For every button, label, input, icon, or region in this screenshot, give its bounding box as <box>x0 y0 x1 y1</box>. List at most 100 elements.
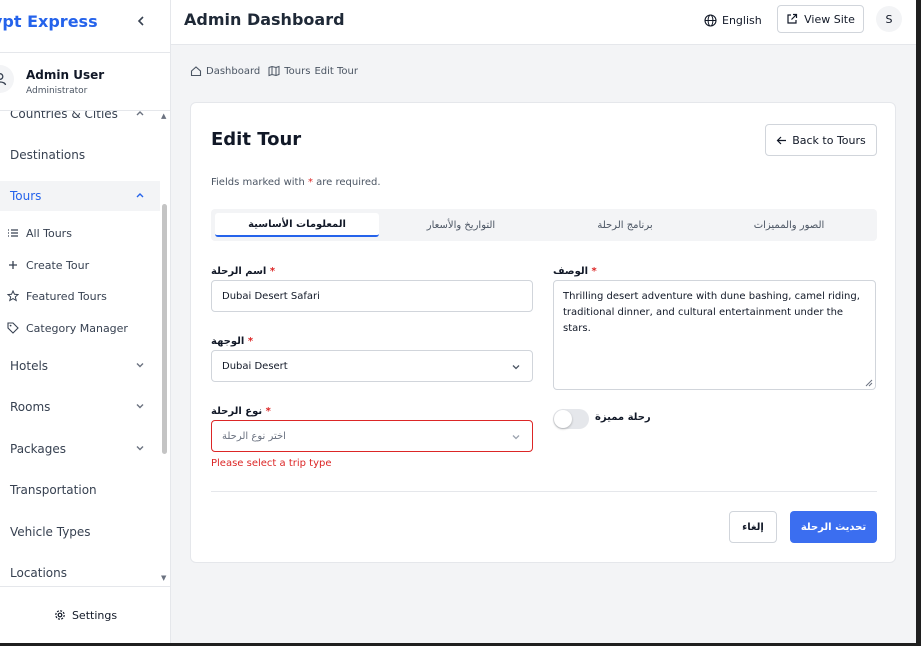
chevron-down-icon <box>136 446 144 451</box>
sidebar-user: Admin User Administrator <box>0 53 171 111</box>
sidebar-subitem-label: Category Manager <box>26 321 128 335</box>
form-divider <box>211 491 877 492</box>
arrow-left-icon <box>776 136 787 144</box>
update-tour-button[interactable]: تحديث الرحلة <box>790 511 877 543</box>
brand-logo-text[interactable]: ypt Express <box>0 12 98 31</box>
label-text: الوجهة <box>211 336 245 347</box>
label-text: الوصف <box>553 266 589 277</box>
sidebar-nav: Countries & Cities Destinations Tours Al… <box>0 111 171 585</box>
sidebar-subitem-label: Create Tour <box>26 258 90 272</box>
sidebar-item-tours[interactable]: Tours <box>0 181 160 211</box>
sidebar-item-label: Locations <box>10 566 68 580</box>
plus-icon <box>9 261 17 269</box>
top-header: Admin Dashboard English View Site S <box>171 0 916 45</box>
form-tabs: المعلومات الأساسية التواريخ والأسعار برن… <box>211 209 877 241</box>
cancel-button[interactable]: إلغاء <box>729 511 777 543</box>
tab-images-features[interactable]: الصور والمميزات <box>707 213 871 237</box>
description-value: Thrilling desert adventure with dune bas… <box>563 291 860 334</box>
map-icon <box>268 65 280 77</box>
chevron-up-icon <box>136 193 144 198</box>
sidebar-item-label: Rooms <box>10 400 51 414</box>
home-icon <box>190 66 202 77</box>
label-text: نوع الرحلة <box>211 406 263 417</box>
tab-basic-info[interactable]: المعلومات الأساسية <box>215 213 379 237</box>
destination-label: الوجهة * <box>211 336 253 347</box>
required-star: * <box>265 406 271 417</box>
user-icon <box>0 73 7 86</box>
sidebar-item-transportation[interactable]: Transportation <box>0 475 160 505</box>
user-name: Admin User <box>26 68 105 82</box>
sidebar-item-vehicle-types[interactable]: Vehicle Types <box>0 517 160 547</box>
view-site-button[interactable]: View Site <box>777 5 864 33</box>
star-icon <box>7 290 19 302</box>
toggle-knob <box>554 410 572 428</box>
sidebar-item-destinations[interactable]: Destinations <box>0 140 160 170</box>
featured-toggle-label: رحلة مميزة <box>595 412 651 423</box>
gear-icon <box>55 610 65 620</box>
tab-itinerary[interactable]: برنامج الرحلة <box>543 213 707 237</box>
breadcrumb: Dashboard Tours Edit Tour <box>190 65 358 77</box>
chevron-down-icon <box>136 363 144 368</box>
chevron-down-icon <box>136 404 144 409</box>
tab-dates-prices[interactable]: التواريخ والأسعار <box>379 213 543 237</box>
sidebar-item-rooms[interactable]: Rooms <box>0 392 160 422</box>
sidebar-item-hotels[interactable]: Hotels <box>0 351 160 381</box>
edit-tour-card: Edit Tour Back to Tours Fields marked wi… <box>190 102 896 563</box>
form-title: Edit Tour <box>211 129 302 150</box>
destination-select[interactable]: Dubai Desert <box>211 350 533 382</box>
tour-name-input[interactable]: Dubai Desert Safari <box>211 280 533 312</box>
trip-type-error: Please select a trip type <box>211 458 332 469</box>
breadcrumb-current: Edit Tour <box>314 65 358 77</box>
description-textarea[interactable]: Thrilling desert adventure with dune bas… <box>553 280 876 390</box>
settings-label: Settings <box>71 608 118 622</box>
scroll-down-arrow[interactable]: ▼ <box>161 574 166 582</box>
sidebar-item-locations[interactable]: Locations <box>0 558 160 585</box>
list-icon <box>8 229 18 237</box>
sidebar-subitem-category-manager[interactable]: Category Manager <box>0 317 160 339</box>
back-to-tours-button[interactable]: Back to Tours <box>765 124 877 156</box>
description-label: الوصف * <box>553 266 597 277</box>
sidebar-item-label: Countries & Cities <box>10 111 118 121</box>
sidebar-subitem-label: Featured Tours <box>26 289 107 303</box>
sidebar-item-label: Vehicle Types <box>10 525 91 539</box>
sidebar-item-label: Destinations <box>10 148 86 162</box>
settings-button[interactable]: Settings <box>0 586 171 643</box>
language-switcher[interactable]: English <box>704 11 762 29</box>
breadcrumb-tours[interactable]: Tours <box>284 66 310 77</box>
external-link-icon <box>787 13 798 24</box>
user-role: Administrator <box>26 86 88 96</box>
avatar <box>0 65 14 93</box>
sidebar-collapse-button[interactable] <box>133 13 149 31</box>
sidebar-item-label: Tours <box>10 189 42 203</box>
sidebar-subitem-all-tours[interactable]: All Tours <box>0 222 160 244</box>
language-label: English <box>722 13 762 27</box>
view-site-label: View Site <box>804 12 855 26</box>
app-window: ypt Express Admin User Administrator Cou… <box>0 0 916 643</box>
required-star: * <box>269 266 276 277</box>
tour-name-label: اسم الرحلة * <box>211 266 275 277</box>
featured-toggle[interactable] <box>553 409 589 429</box>
sidebar-subitem-featured-tours[interactable]: Featured Tours <box>0 285 160 307</box>
required-note-text: Fields marked with <box>211 177 308 188</box>
sidebar-item-packages[interactable]: Packages <box>0 434 160 464</box>
tag-icon <box>7 322 19 334</box>
back-to-tours-label: Back to Tours <box>792 133 866 147</box>
trip-type-label: نوع الرحلة * <box>211 406 271 417</box>
globe-icon <box>704 13 717 27</box>
scroll-up-arrow[interactable]: ▲ <box>161 112 166 120</box>
trip-type-select[interactable]: اختر نوع الرحلة <box>211 420 533 452</box>
user-menu-avatar[interactable]: S <box>876 6 902 32</box>
sidebar-subitem-create-tour[interactable]: Create Tour <box>0 254 160 276</box>
sidebar-subitem-label: All Tours <box>26 226 72 240</box>
sidebar-item-label: Hotels <box>10 359 49 373</box>
resize-handle-icon[interactable] <box>865 379 873 387</box>
chevron-up-icon <box>136 111 144 116</box>
sidebar-item-label: Transportation <box>10 483 97 497</box>
required-note-text: are required. <box>312 177 381 188</box>
required-star: * <box>247 336 254 347</box>
trip-type-placeholder: اختر نوع الرحلة <box>222 430 286 442</box>
sidebar-item-countries-cities[interactable]: Countries & Cities <box>0 111 160 129</box>
sidebar-scrollbar[interactable] <box>162 204 167 454</box>
chevron-down-icon <box>512 435 520 440</box>
breadcrumb-dashboard[interactable]: Dashboard <box>206 66 260 77</box>
